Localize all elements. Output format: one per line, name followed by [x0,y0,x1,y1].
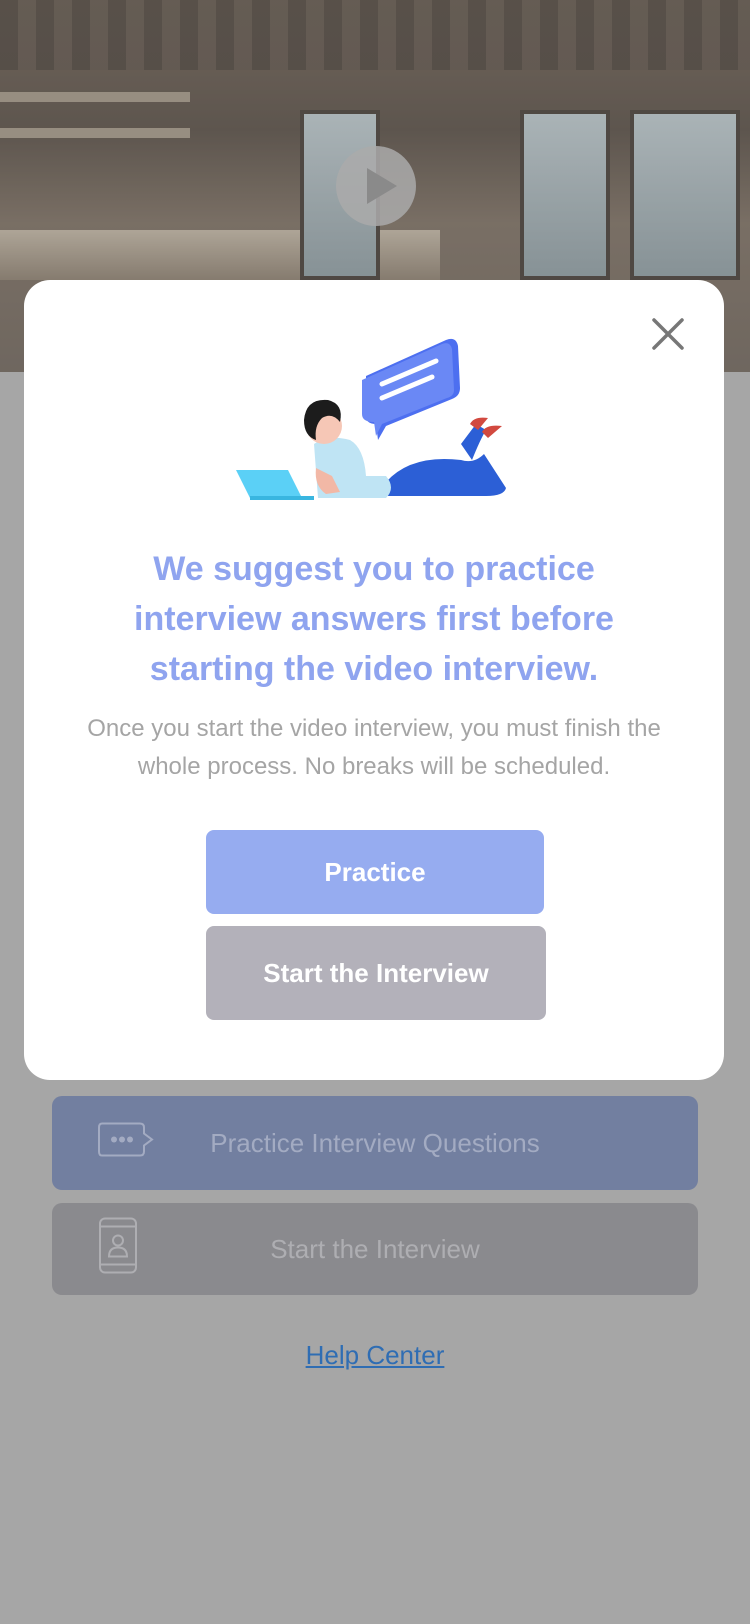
speech-bubble-icon [362,338,460,440]
practice-button[interactable]: Practice [206,830,544,914]
modal-title: We suggest you to practice interview ans… [134,550,614,688]
practice-suggestion-modal: We suggest you to practice interview ans… [24,280,724,1080]
practice-questions-button[interactable]: Practice Interview Questions [52,1096,698,1190]
start-interview-label-bg: Start the Interview [270,1233,480,1264]
close-icon[interactable] [650,316,686,352]
play-icon[interactable] [336,146,416,226]
start-interview-button-bg[interactable]: Start the Interview [52,1203,698,1295]
modal-description: Once you start the video interview, you … [87,715,661,780]
start-interview-button[interactable]: Start the Interview [206,926,546,1020]
help-center-link[interactable]: Help Center [0,1340,750,1371]
chat-bubble-icon [98,1122,154,1165]
phone-user-icon [98,1217,138,1282]
woman-laptop-illustration [236,336,516,506]
